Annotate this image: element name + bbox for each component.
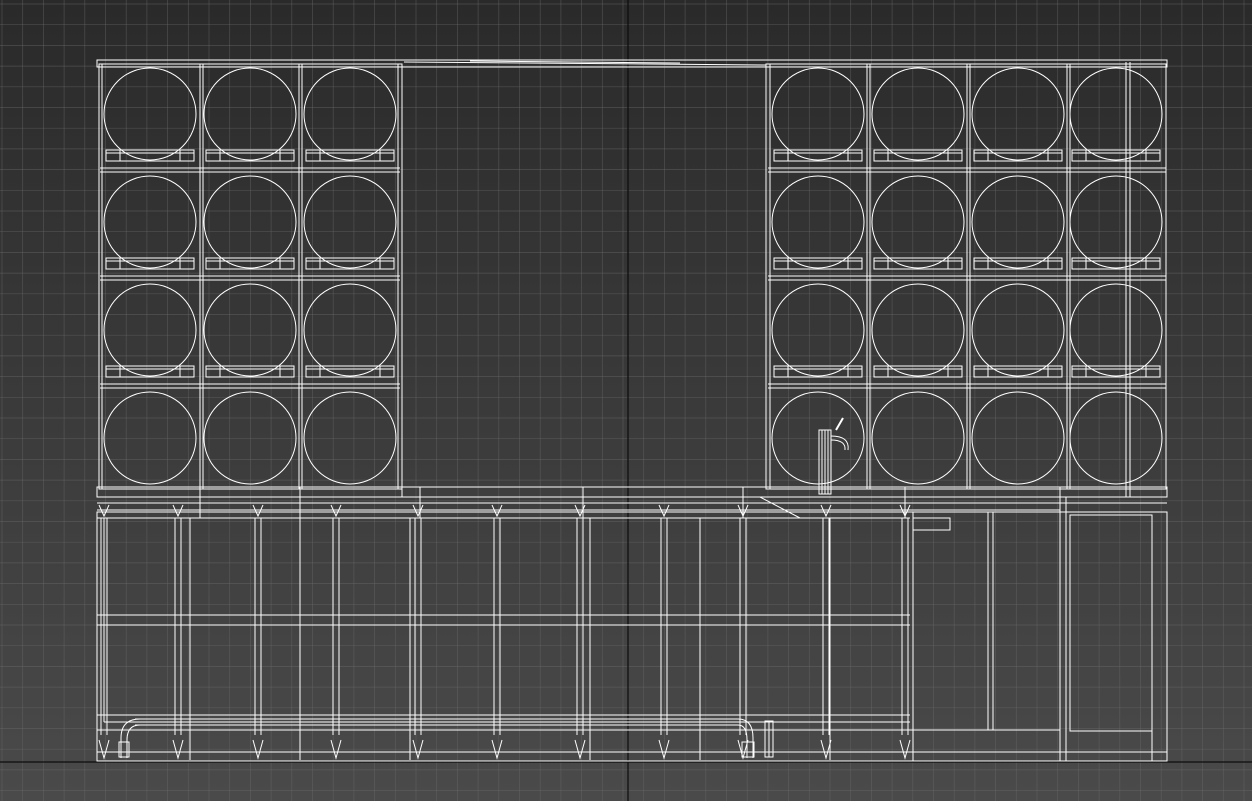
barrel	[771, 175, 865, 269]
cabinet-post	[491, 504, 503, 760]
barrel	[1069, 283, 1163, 377]
barrel-cradle	[1071, 257, 1161, 270]
barrel-cradle	[205, 365, 295, 378]
beer-tap[interactable]	[818, 417, 849, 495]
barrel	[771, 283, 865, 377]
barrel-cradle	[873, 257, 963, 270]
cabinet-post	[658, 504, 670, 760]
barrel-cradle	[105, 365, 195, 378]
barrel-cradle	[105, 257, 195, 270]
barrel	[203, 391, 297, 485]
barrel	[871, 391, 965, 485]
cabinet-post	[330, 504, 342, 760]
barrel	[103, 283, 197, 377]
barrel	[771, 391, 865, 485]
barrel	[971, 175, 1065, 269]
cabinet-post	[252, 504, 264, 760]
barrel	[771, 67, 865, 161]
barrel	[303, 67, 397, 161]
wireframe-viewport[interactable]	[0, 0, 1252, 801]
barrel-cradle	[773, 365, 863, 378]
barrel	[871, 283, 965, 377]
barrel-cradle	[973, 365, 1063, 378]
barrel-cradle	[773, 149, 863, 162]
viewport-grid	[0, 0, 1252, 801]
cabinet-post	[412, 504, 424, 760]
barrel-cradle	[873, 365, 963, 378]
barrel	[303, 283, 397, 377]
barrel	[971, 283, 1065, 377]
barrel-cradle	[305, 257, 395, 270]
barrel	[971, 391, 1065, 485]
barrel	[1069, 391, 1163, 485]
cabinet-post	[899, 504, 911, 760]
barrel-cradle	[973, 149, 1063, 162]
barrel	[871, 67, 965, 161]
world-axes	[0, 0, 1252, 801]
barrel	[871, 175, 965, 269]
barrel-cradle	[1071, 365, 1161, 378]
barrel-cradle	[873, 149, 963, 162]
barrel-cradle	[1071, 149, 1161, 162]
barrel	[1069, 67, 1163, 161]
barrel-cradle	[773, 257, 863, 270]
barrel	[1069, 175, 1163, 269]
barrel	[103, 67, 197, 161]
barrel	[203, 67, 297, 161]
barrel-cradle	[305, 149, 395, 162]
counter-top	[96, 486, 1168, 519]
barrel	[303, 391, 397, 485]
barrel-cradle	[205, 149, 295, 162]
barrel	[971, 67, 1065, 161]
cabinet-post	[574, 504, 586, 760]
left-rack-barrels	[100, 67, 400, 485]
barrel-cradle	[105, 149, 195, 162]
cabinet-body	[96, 497, 1168, 762]
barrel	[203, 283, 297, 377]
barrel	[303, 175, 397, 269]
wireframe-scene	[0, 0, 1252, 801]
barrel-cradle	[205, 257, 295, 270]
barrel	[103, 391, 197, 485]
barrel	[203, 175, 297, 269]
barrel	[103, 175, 197, 269]
cabinet-post	[172, 504, 184, 760]
barrel-cradle	[973, 257, 1063, 270]
barrel-cradle	[305, 365, 395, 378]
bar-counter-model[interactable]	[96, 59, 1168, 762]
